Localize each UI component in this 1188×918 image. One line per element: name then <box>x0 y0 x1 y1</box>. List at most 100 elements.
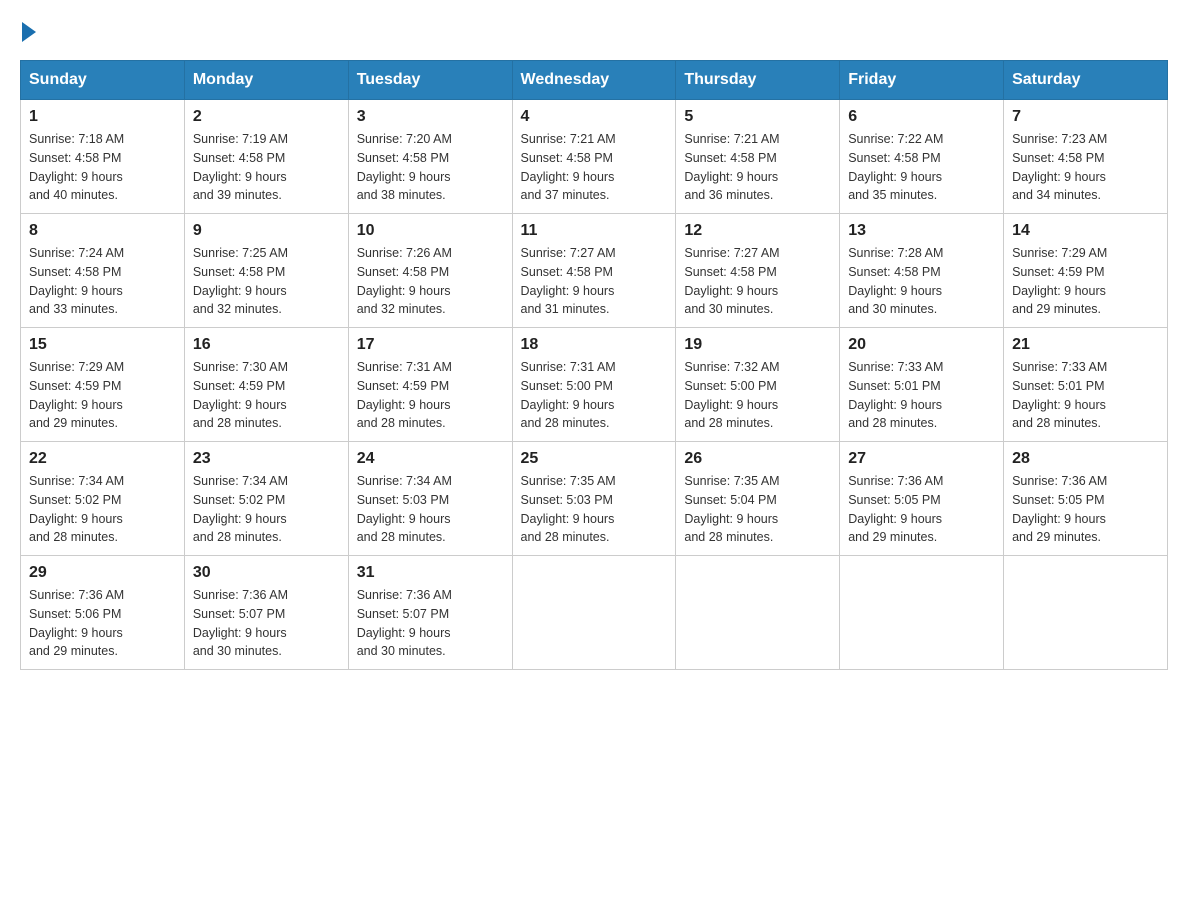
day-info: Sunrise: 7:33 AM Sunset: 5:01 PM Dayligh… <box>848 358 995 433</box>
calendar-cell: 18 Sunrise: 7:31 AM Sunset: 5:00 PM Dayl… <box>512 328 676 442</box>
day-info: Sunrise: 7:34 AM Sunset: 5:03 PM Dayligh… <box>357 472 504 547</box>
day-info: Sunrise: 7:25 AM Sunset: 4:58 PM Dayligh… <box>193 244 340 319</box>
calendar-cell: 30 Sunrise: 7:36 AM Sunset: 5:07 PM Dayl… <box>184 556 348 670</box>
calendar-cell: 23 Sunrise: 7:34 AM Sunset: 5:02 PM Dayl… <box>184 442 348 556</box>
day-number: 14 <box>1012 222 1159 240</box>
calendar-cell <box>676 556 840 670</box>
day-number: 6 <box>848 108 995 126</box>
day-number: 8 <box>29 222 176 240</box>
day-number: 12 <box>684 222 831 240</box>
day-number: 21 <box>1012 336 1159 354</box>
day-info: Sunrise: 7:34 AM Sunset: 5:02 PM Dayligh… <box>29 472 176 547</box>
day-info: Sunrise: 7:21 AM Sunset: 4:58 PM Dayligh… <box>684 130 831 205</box>
day-info: Sunrise: 7:34 AM Sunset: 5:02 PM Dayligh… <box>193 472 340 547</box>
day-of-week-header: Wednesday <box>512 61 676 100</box>
calendar-cell: 12 Sunrise: 7:27 AM Sunset: 4:58 PM Dayl… <box>676 214 840 328</box>
calendar-cell: 19 Sunrise: 7:32 AM Sunset: 5:00 PM Dayl… <box>676 328 840 442</box>
day-number: 16 <box>193 336 340 354</box>
day-info: Sunrise: 7:24 AM Sunset: 4:58 PM Dayligh… <box>29 244 176 319</box>
day-number: 28 <box>1012 450 1159 468</box>
day-info: Sunrise: 7:31 AM Sunset: 4:59 PM Dayligh… <box>357 358 504 433</box>
calendar-cell: 25 Sunrise: 7:35 AM Sunset: 5:03 PM Dayl… <box>512 442 676 556</box>
week-row: 1 Sunrise: 7:18 AM Sunset: 4:58 PM Dayli… <box>21 100 1168 214</box>
calendar-cell: 10 Sunrise: 7:26 AM Sunset: 4:58 PM Dayl… <box>348 214 512 328</box>
day-number: 23 <box>193 450 340 468</box>
day-of-week-header: Saturday <box>1004 61 1168 100</box>
day-of-week-header: Monday <box>184 61 348 100</box>
day-number: 7 <box>1012 108 1159 126</box>
calendar-cell: 24 Sunrise: 7:34 AM Sunset: 5:03 PM Dayl… <box>348 442 512 556</box>
calendar-cell: 9 Sunrise: 7:25 AM Sunset: 4:58 PM Dayli… <box>184 214 348 328</box>
calendar-cell: 16 Sunrise: 7:30 AM Sunset: 4:59 PM Dayl… <box>184 328 348 442</box>
day-number: 13 <box>848 222 995 240</box>
day-number: 24 <box>357 450 504 468</box>
logo-blue-container <box>20 20 36 40</box>
day-number: 1 <box>29 108 176 126</box>
day-number: 11 <box>521 222 668 240</box>
day-info: Sunrise: 7:33 AM Sunset: 5:01 PM Dayligh… <box>1012 358 1159 433</box>
day-info: Sunrise: 7:36 AM Sunset: 5:05 PM Dayligh… <box>848 472 995 547</box>
calendar-cell: 17 Sunrise: 7:31 AM Sunset: 4:59 PM Dayl… <box>348 328 512 442</box>
calendar-cell: 7 Sunrise: 7:23 AM Sunset: 4:58 PM Dayli… <box>1004 100 1168 214</box>
calendar-cell <box>512 556 676 670</box>
day-number: 15 <box>29 336 176 354</box>
day-number: 18 <box>521 336 668 354</box>
day-info: Sunrise: 7:18 AM Sunset: 4:58 PM Dayligh… <box>29 130 176 205</box>
day-info: Sunrise: 7:36 AM Sunset: 5:06 PM Dayligh… <box>29 586 176 661</box>
calendar-cell <box>840 556 1004 670</box>
calendar-cell: 5 Sunrise: 7:21 AM Sunset: 4:58 PM Dayli… <box>676 100 840 214</box>
calendar-table: SundayMondayTuesdayWednesdayThursdayFrid… <box>20 60 1168 670</box>
day-info: Sunrise: 7:31 AM Sunset: 5:00 PM Dayligh… <box>521 358 668 433</box>
day-number: 25 <box>521 450 668 468</box>
calendar-cell: 3 Sunrise: 7:20 AM Sunset: 4:58 PM Dayli… <box>348 100 512 214</box>
day-info: Sunrise: 7:27 AM Sunset: 4:58 PM Dayligh… <box>521 244 668 319</box>
day-info: Sunrise: 7:36 AM Sunset: 5:07 PM Dayligh… <box>193 586 340 661</box>
calendar-cell <box>1004 556 1168 670</box>
logo-triangle-icon <box>22 22 36 42</box>
calendar-cell: 13 Sunrise: 7:28 AM Sunset: 4:58 PM Dayl… <box>840 214 1004 328</box>
day-info: Sunrise: 7:20 AM Sunset: 4:58 PM Dayligh… <box>357 130 504 205</box>
calendar-cell: 28 Sunrise: 7:36 AM Sunset: 5:05 PM Dayl… <box>1004 442 1168 556</box>
day-number: 17 <box>357 336 504 354</box>
day-number: 10 <box>357 222 504 240</box>
calendar-cell: 8 Sunrise: 7:24 AM Sunset: 4:58 PM Dayli… <box>21 214 185 328</box>
day-number: 30 <box>193 564 340 582</box>
day-number: 5 <box>684 108 831 126</box>
calendar-cell: 14 Sunrise: 7:29 AM Sunset: 4:59 PM Dayl… <box>1004 214 1168 328</box>
day-info: Sunrise: 7:36 AM Sunset: 5:07 PM Dayligh… <box>357 586 504 661</box>
calendar-cell: 4 Sunrise: 7:21 AM Sunset: 4:58 PM Dayli… <box>512 100 676 214</box>
week-row: 29 Sunrise: 7:36 AM Sunset: 5:06 PM Dayl… <box>21 556 1168 670</box>
calendar-cell: 29 Sunrise: 7:36 AM Sunset: 5:06 PM Dayl… <box>21 556 185 670</box>
calendar-cell: 20 Sunrise: 7:33 AM Sunset: 5:01 PM Dayl… <box>840 328 1004 442</box>
day-info: Sunrise: 7:35 AM Sunset: 5:04 PM Dayligh… <box>684 472 831 547</box>
week-row: 8 Sunrise: 7:24 AM Sunset: 4:58 PM Dayli… <box>21 214 1168 328</box>
week-row: 22 Sunrise: 7:34 AM Sunset: 5:02 PM Dayl… <box>21 442 1168 556</box>
day-number: 3 <box>357 108 504 126</box>
page-header <box>20 20 1168 40</box>
calendar-cell: 6 Sunrise: 7:22 AM Sunset: 4:58 PM Dayli… <box>840 100 1004 214</box>
day-number: 22 <box>29 450 176 468</box>
day-info: Sunrise: 7:23 AM Sunset: 4:58 PM Dayligh… <box>1012 130 1159 205</box>
day-number: 20 <box>848 336 995 354</box>
day-number: 19 <box>684 336 831 354</box>
day-of-week-header: Tuesday <box>348 61 512 100</box>
calendar-cell: 26 Sunrise: 7:35 AM Sunset: 5:04 PM Dayl… <box>676 442 840 556</box>
day-info: Sunrise: 7:35 AM Sunset: 5:03 PM Dayligh… <box>521 472 668 547</box>
day-of-week-header: Sunday <box>21 61 185 100</box>
calendar-cell: 31 Sunrise: 7:36 AM Sunset: 5:07 PM Dayl… <box>348 556 512 670</box>
calendar-cell: 27 Sunrise: 7:36 AM Sunset: 5:05 PM Dayl… <box>840 442 1004 556</box>
day-info: Sunrise: 7:22 AM Sunset: 4:58 PM Dayligh… <box>848 130 995 205</box>
header-row: SundayMondayTuesdayWednesdayThursdayFrid… <box>21 61 1168 100</box>
week-row: 15 Sunrise: 7:29 AM Sunset: 4:59 PM Dayl… <box>21 328 1168 442</box>
day-info: Sunrise: 7:30 AM Sunset: 4:59 PM Dayligh… <box>193 358 340 433</box>
calendar-cell: 15 Sunrise: 7:29 AM Sunset: 4:59 PM Dayl… <box>21 328 185 442</box>
day-number: 4 <box>521 108 668 126</box>
day-of-week-header: Thursday <box>676 61 840 100</box>
day-info: Sunrise: 7:32 AM Sunset: 5:00 PM Dayligh… <box>684 358 831 433</box>
calendar-cell: 22 Sunrise: 7:34 AM Sunset: 5:02 PM Dayl… <box>21 442 185 556</box>
day-info: Sunrise: 7:29 AM Sunset: 4:59 PM Dayligh… <box>29 358 176 433</box>
day-info: Sunrise: 7:29 AM Sunset: 4:59 PM Dayligh… <box>1012 244 1159 319</box>
day-info: Sunrise: 7:19 AM Sunset: 4:58 PM Dayligh… <box>193 130 340 205</box>
calendar-cell: 1 Sunrise: 7:18 AM Sunset: 4:58 PM Dayli… <box>21 100 185 214</box>
day-number: 2 <box>193 108 340 126</box>
